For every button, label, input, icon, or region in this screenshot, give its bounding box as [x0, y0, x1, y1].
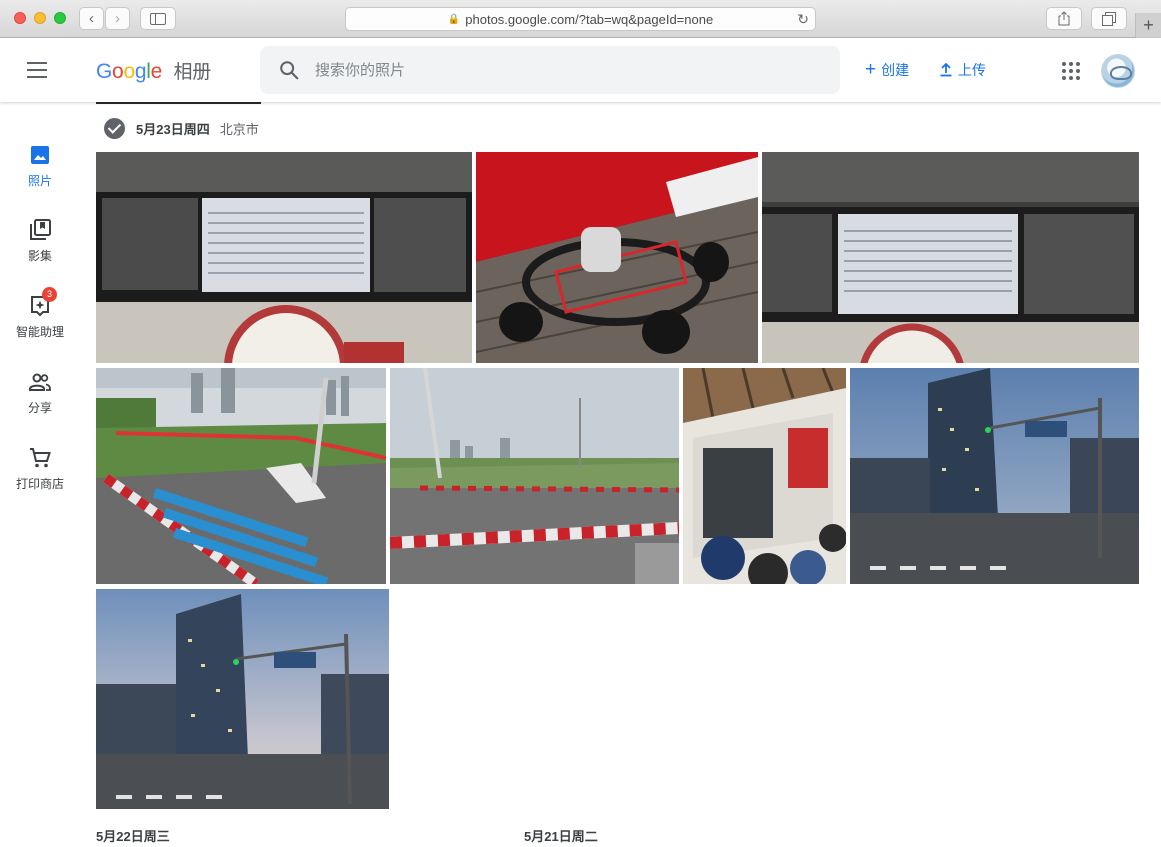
photo-thumbnail[interactable] — [762, 152, 1139, 363]
photo-thumbnail[interactable] — [96, 589, 389, 809]
sidebar-toggle-button[interactable] — [140, 7, 176, 30]
zoom-window-button[interactable] — [54, 12, 66, 24]
app-header: Google 相册 + 创建 上传 — [0, 38, 1161, 102]
nav-item-albums[interactable]: 影集 — [0, 218, 80, 264]
close-window-button[interactable] — [14, 12, 26, 24]
nav-label: 影集 — [27, 249, 52, 263]
plus-icon: + — [1143, 15, 1154, 35]
create-button[interactable]: + 创建 — [865, 60, 909, 80]
upload-button[interactable]: 上传 — [939, 60, 986, 80]
share-button[interactable] — [1046, 7, 1082, 30]
nav-item-sharing[interactable]: 分享 — [0, 370, 80, 416]
google-apps-button[interactable] — [1062, 62, 1080, 80]
side-navigation: 照片 影集 3 智能助理 分享 打印商店 — [0, 102, 80, 847]
photo-thumbnail[interactable] — [390, 368, 679, 584]
photo-thumbnail[interactable] — [683, 368, 846, 584]
plus-icon: + — [865, 59, 877, 80]
share-icon — [1058, 11, 1070, 26]
date-header: 5月23日周四 北京市 — [104, 118, 259, 139]
section-date: 5月23日周四 — [136, 122, 210, 137]
forward-button[interactable]: › — [105, 7, 130, 30]
nav-label: 分享 — [27, 401, 52, 415]
nav-item-print-store[interactable]: 打印商店 — [0, 446, 80, 492]
photo-thumbnail[interactable] — [476, 152, 758, 363]
new-tab-button[interactable]: + — [1135, 13, 1161, 38]
tabs-overview-button[interactable] — [1091, 7, 1127, 30]
previous-photo-edge — [96, 102, 261, 104]
tabs-icon — [1102, 11, 1116, 26]
assistant-icon: 3 — [28, 287, 57, 318]
account-avatar[interactable] — [1101, 54, 1135, 88]
search-icon[interactable] — [278, 59, 300, 81]
search-input[interactable] — [315, 58, 815, 82]
album-icon — [28, 218, 52, 242]
photo-thumbnail[interactable] — [96, 368, 386, 584]
photo-icon — [28, 143, 52, 167]
apps-grid-icon — [1062, 62, 1066, 66]
address-url: photos.google.com/?tab=wq&pageId=none — [465, 11, 714, 27]
nav-label: 照片 — [27, 174, 52, 188]
address-bar[interactable]: 🔒 photos.google.com/?tab=wq&pageId=none … — [345, 7, 816, 31]
product-name: 相册 — [173, 62, 212, 83]
search-bar — [260, 46, 840, 94]
nav-item-photos[interactable]: 照片 — [0, 143, 80, 189]
day-header-date: 5月22日周三 — [96, 829, 170, 844]
people-icon — [28, 370, 52, 394]
nav-label: 打印商店 — [15, 477, 64, 491]
nav-item-assistant[interactable]: 3 智能助理 — [0, 287, 80, 340]
upload-icon — [940, 63, 952, 77]
cart-icon — [28, 446, 52, 470]
chevron-right-icon: › — [115, 10, 120, 27]
select-all-check-icon[interactable] — [104, 118, 125, 139]
back-button[interactable]: ‹ — [79, 7, 104, 30]
notification-badge: 3 — [42, 287, 57, 302]
browser-toolbar: ‹ › 🔒 photos.google.com/?tab=wq&pageId=n… — [0, 0, 1161, 38]
google-photos-logo[interactable]: Google 相册 — [96, 57, 211, 84]
sidebar-icon — [150, 12, 166, 25]
section-location[interactable]: 北京市 — [220, 119, 259, 138]
reload-icon[interactable]: ↻ — [797, 11, 809, 28]
main-menu-button[interactable] — [27, 62, 47, 78]
minimize-window-button[interactable] — [34, 12, 46, 24]
photo-thumbnail[interactable] — [96, 152, 472, 363]
chevron-left-icon: ‹ — [89, 10, 94, 27]
photo-grid: 5月23日周四 北京市 5月22日周三 5月21日周二 — [80, 102, 1161, 847]
day-header-date: 5月21日周二 — [524, 829, 598, 844]
photo-thumbnail[interactable] — [850, 368, 1139, 584]
lock-icon: 🔒 — [447, 13, 461, 25]
menu-icon — [27, 62, 47, 64]
nav-label: 智能助理 — [15, 325, 64, 339]
